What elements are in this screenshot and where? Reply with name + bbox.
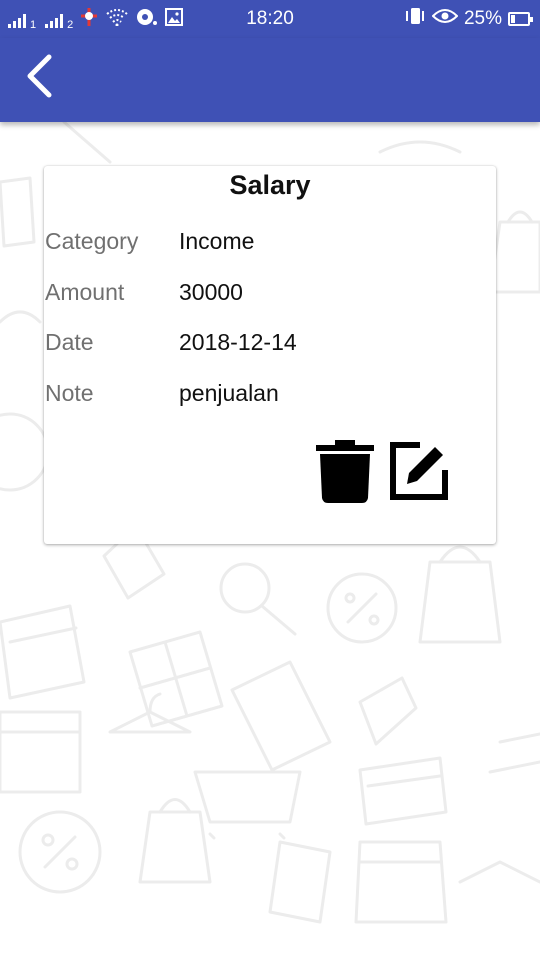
battery-icon	[508, 12, 533, 26]
battery-level-fill	[511, 15, 515, 23]
status-bar: 1 2 18:20 25%	[0, 0, 540, 38]
field-label-note: Note	[45, 380, 94, 406]
transaction-detail-card: Salary Category Income Amount 30000 Date…	[44, 166, 496, 544]
battery-percent: 25%	[463, 8, 502, 29]
field-row-note: Note penjualan	[44, 380, 496, 420]
chevron-left-icon	[27, 54, 52, 98]
card-title: Salary	[229, 170, 311, 200]
status-right-group: 25%	[404, 6, 533, 32]
eye-comfort-icon	[431, 7, 459, 31]
edit-button[interactable]	[390, 442, 448, 500]
field-value-amount: 30000	[179, 279, 243, 305]
vibrate-icon	[404, 6, 426, 32]
delete-button[interactable]	[315, 440, 375, 504]
field-row-category: Category Income	[44, 228, 496, 268]
field-label-category: Category	[45, 228, 139, 254]
field-value-category: Income	[179, 228, 255, 254]
field-label-date: Date	[45, 329, 94, 355]
field-row-amount: Amount 30000	[44, 279, 496, 319]
field-value-date: 2018-12-14	[179, 329, 297, 355]
field-row-date: Date 2018-12-14	[44, 329, 496, 369]
app-bar	[0, 38, 540, 122]
field-label-amount: Amount	[45, 279, 125, 305]
trash-icon	[316, 440, 374, 503]
field-value-note: penjualan	[179, 380, 279, 406]
back-button[interactable]	[16, 50, 62, 102]
edit-icon	[390, 442, 448, 500]
